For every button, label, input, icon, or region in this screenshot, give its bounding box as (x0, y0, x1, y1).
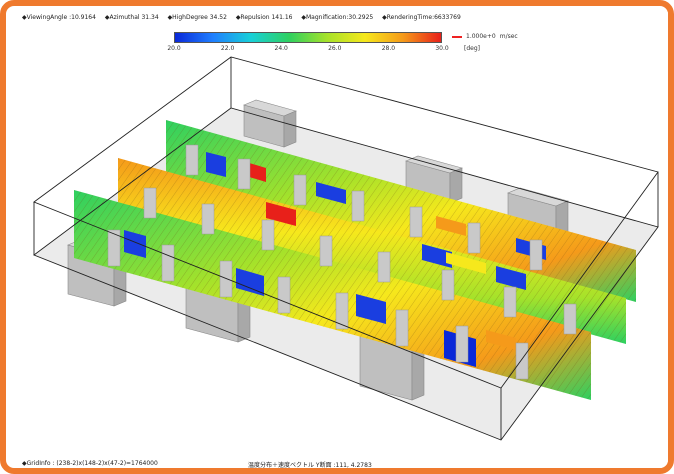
grid-info-text: ◆GridInfo : (238-2)x(148-2)x(47-2)=17640… (22, 460, 158, 467)
color-scale-tick: 28.0 (381, 45, 396, 52)
color-legend: 20.0 22.0 24.0 26.0 28.0 30.0 [deg] 1.000e+0 … (166, 24, 538, 58)
azimuthal-text: ◆Azimuthal 31.34 (104, 14, 159, 21)
rendering-time-text: ◆RenderingTime:6633769 (382, 14, 461, 21)
cfd-viewer: ◆ViewingAngle :10.9164 ◆Azimuthal 31.34 … (16, 12, 668, 472)
color-scale-unit: [deg] (464, 45, 480, 52)
color-scale-tick: 30.0 (435, 45, 449, 52)
color-scale-bar (174, 32, 442, 43)
high-degree-text: ◆HighDegree 34.52 (167, 14, 227, 21)
reference-vector: 1.000e+0 m/sec (452, 33, 532, 40)
magnification-text: ◆Magnification:30.2925 (301, 14, 374, 21)
reference-arrow-icon (452, 35, 462, 38)
color-scale-tick: 20.0 (167, 45, 181, 52)
repulsion-text: ◆Repulsion 141.16 (235, 14, 293, 21)
viewing-angle-text: ◆ViewingAngle :10.9164 (22, 14, 96, 21)
color-scale-tick: 24.0 (274, 45, 288, 52)
color-scale-ticks: 20.0 22.0 24.0 26.0 28.0 30.0 (167, 45, 448, 55)
view-info-bar: ◆ViewingAngle :10.9164 ◆Azimuthal 31.34 … (22, 12, 468, 24)
reference-vector-unit: m/sec (499, 33, 518, 40)
cfd-3d-scene[interactable] (16, 12, 668, 472)
reference-vector-value: 1.000e+0 (466, 33, 496, 40)
color-scale-tick: 22.0 (220, 45, 235, 52)
window-frame: ◆ViewingAngle :10.9164 ◆Azimuthal 31.34 … (0, 0, 674, 474)
section-caption: 温度分布＋速度ベクトル Y断面 :111, 4.2783 (248, 462, 372, 469)
color-scale-tick: 26.0 (328, 45, 342, 52)
